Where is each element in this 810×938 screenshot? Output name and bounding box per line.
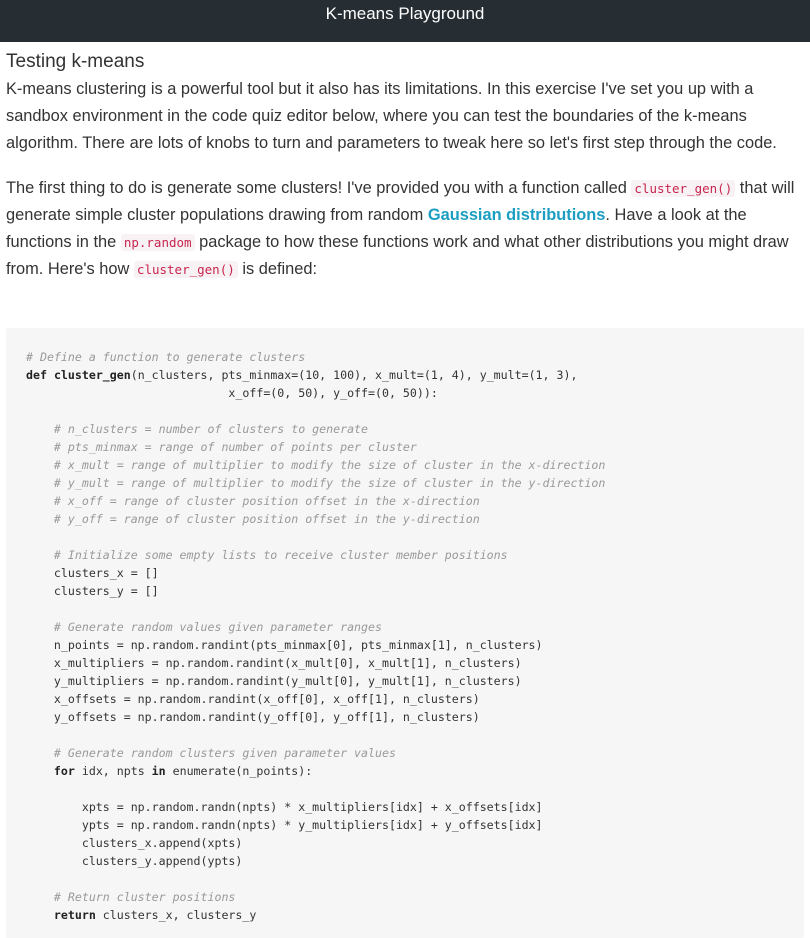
code-text: (n_clusters, pts_minmax=(10, 100), x_mul… (130, 368, 578, 382)
gaussian-distributions-link[interactable]: Gaussian distributions (428, 206, 606, 224)
code-comment: # x_mult = range of multiplier to modify… (26, 458, 606, 472)
code-comment: # Generate random values given parameter… (26, 620, 382, 634)
code-comment: # pts_minmax = range of number of points… (26, 440, 417, 454)
code-line: clusters_y = [] (26, 584, 159, 598)
section-heading: Testing k-means (6, 51, 145, 72)
lesson-content: Testing k-means K-means clustering is a … (6, 48, 804, 283)
code-comment: # n_clusters = number of clusters to gen… (26, 422, 369, 436)
text-span: is defined: (237, 260, 318, 278)
code-comment: # x_off = range of cluster position offs… (26, 494, 480, 508)
code-line: return clusters_x, clusters_y (26, 906, 804, 924)
code-comment: # Initialize some empty lists to receive… (26, 548, 508, 562)
top-bar: K-means Playground (0, 0, 810, 42)
code-comment: # Define a function to generate clusters (26, 350, 306, 364)
code-text: clusters_x, clusters_y (95, 908, 257, 922)
code-line: clusters_x.append(xpts) (26, 836, 243, 850)
code-line: x_off=(0, 50), y_off=(0, 50)): (26, 386, 438, 400)
text-span: The first thing to do is generate some c… (6, 179, 632, 197)
inline-code-np-random: np.random (120, 234, 195, 251)
code-comment: # Return cluster positions (26, 890, 236, 904)
code-line: ypts = np.random.randn(npts) * y_multipl… (26, 818, 543, 832)
code-keyword: for (53, 764, 75, 778)
code-function-name: cluster_gen (53, 368, 131, 382)
intro-paragraph: K-means clustering is a powerful tool bu… (6, 80, 777, 152)
code-listing: # Define a function to generate clusters… (26, 348, 804, 924)
code-line: clusters_y.append(ypts) (26, 854, 243, 868)
code-comment: # y_mult = range of multiplier to modify… (26, 476, 606, 490)
inline-code-cluster-gen: cluster_gen() (631, 180, 736, 197)
page-header-title: K-means Playground (325, 4, 485, 23)
code-line: y_offsets = np.random.randint(y_off[0], … (26, 710, 480, 724)
code-line: def cluster_gen(n_clusters, pts_minmax=(… (26, 366, 804, 384)
code-block: # Define a function to generate clusters… (6, 328, 804, 938)
inline-code-cluster-gen: cluster_gen() (133, 261, 238, 278)
code-line: x_offsets = np.random.randint(x_off[0], … (26, 692, 480, 706)
code-line: n_points = np.random.randint(pts_minmax[… (26, 638, 543, 652)
code-line: x_multipliers = np.random.randint(x_mult… (26, 656, 522, 670)
cluster-gen-paragraph: The first thing to do is generate some c… (6, 175, 804, 283)
code-keyword: def (26, 368, 47, 382)
code-line: xpts = np.random.randn(npts) * x_multipl… (26, 800, 543, 814)
code-keyword: return (53, 908, 96, 922)
code-text: enumerate(n_points): (165, 764, 313, 778)
code-text: idx, npts (74, 764, 152, 778)
code-keyword: in (151, 764, 166, 778)
code-comment: # y_off = range of cluster position offs… (26, 512, 480, 526)
code-line: clusters_x = [] (26, 566, 159, 580)
code-comment: # Generate random clusters given paramet… (26, 746, 396, 760)
code-line: y_multipliers = np.random.randint(y_mult… (26, 674, 522, 688)
code-line: for idx, npts in enumerate(n_points): (26, 762, 804, 780)
